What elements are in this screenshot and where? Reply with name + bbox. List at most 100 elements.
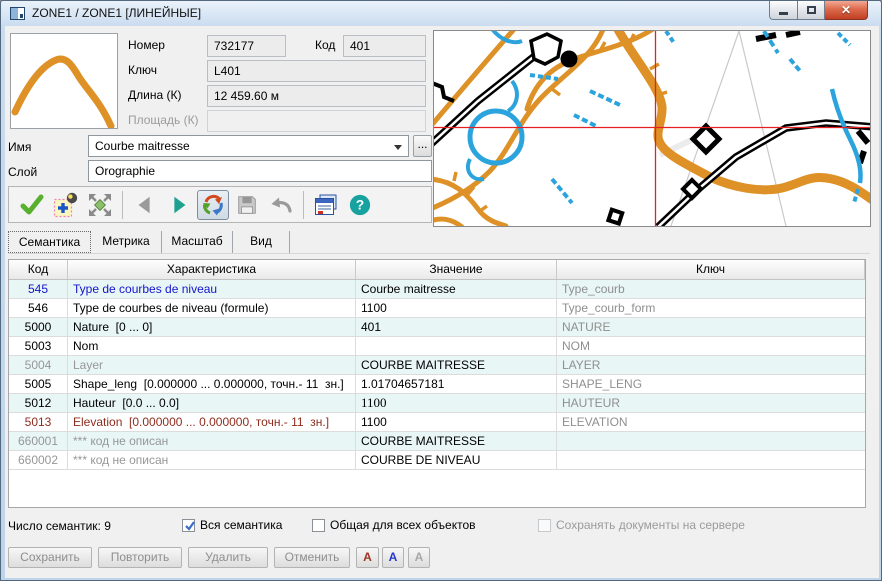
maximize-button[interactable] — [798, 1, 825, 20]
row-value[interactable]: COURBE DE NIVEAU — [356, 451, 557, 469]
name-combobox-value: Courbe maitresse — [95, 139, 190, 153]
tab-metrics[interactable]: Метрика — [91, 231, 162, 253]
row-characteristic: *** код не описан — [68, 432, 356, 450]
layer-label: Слой — [8, 165, 37, 179]
save-floppy-icon — [235, 193, 259, 217]
table-row[interactable]: 660001 *** код не описан COURBE MAITRESS… — [9, 432, 865, 451]
column-header-value[interactable]: Значение — [356, 260, 557, 279]
table-row[interactable]: 5012 Hauteur [0.0 ... 0.0] 1100 HAUTEUR — [9, 394, 865, 413]
help-button[interactable]: ? — [344, 190, 376, 220]
row-value[interactable]: 1100 — [356, 299, 557, 317]
object-form-icon — [313, 192, 339, 218]
tab-view[interactable]: Вид — [233, 231, 290, 253]
add-object-button[interactable] — [50, 190, 82, 220]
row-key: SHAPE_LENG — [557, 375, 865, 393]
table-row[interactable]: 5004 Layer COURBE MAITRESSE LAYER — [9, 356, 865, 375]
row-characteristic: Nom — [68, 337, 356, 355]
table-row[interactable]: 546 Type de courbes de niveau (formule) … — [9, 299, 865, 318]
code-label: Код — [315, 38, 335, 52]
row-characteristic: Elevation [0.000000 ... 0.000000, точн.-… — [68, 413, 356, 431]
map-point-feature — [561, 51, 578, 68]
fit-extents-button[interactable] — [84, 190, 116, 220]
name-more-button[interactable]: ... — [413, 135, 432, 157]
row-characteristic: Type de courbes de niveau (formule) — [68, 299, 356, 317]
row-characteristic: Shape_leng [0.000000 ... 0.000000, точн.… — [68, 375, 356, 393]
window-icon — [10, 7, 25, 20]
table-row[interactable]: 660002 *** код не описан COURBE DE NIVEA… — [9, 451, 865, 470]
dialog-client-area: Номер Код Ключ Длина (К) Площадь (К) Имя… — [5, 26, 879, 578]
table-row[interactable]: 5013 Elevation [0.000000 ... 0.000000, т… — [9, 413, 865, 432]
row-value[interactable] — [356, 337, 557, 355]
row-key: NATURE — [557, 318, 865, 336]
table-row[interactable]: 5005 Shape_leng [0.000000 ... 0.000000, … — [9, 375, 865, 394]
refresh-icon — [201, 193, 225, 217]
minimize-button[interactable] — [769, 1, 798, 20]
key-label: Ключ — [128, 63, 157, 77]
common-for-all-checkbox[interactable]: Общая для всех объектов — [312, 518, 476, 532]
row-key: HAUTEUR — [557, 394, 865, 412]
tab-scale[interactable]: Масштаб — [162, 231, 233, 253]
name-combobox[interactable]: Courbe maitresse — [88, 135, 409, 157]
table-row[interactable]: 5000 Nature [0 ... 0] 401 NATURE — [9, 318, 865, 337]
next-object-button[interactable] — [163, 190, 195, 220]
row-characteristic: Layer — [68, 356, 356, 374]
delete-button[interactable]: Удалить — [188, 547, 268, 568]
accept-button[interactable] — [16, 190, 48, 220]
font-small-button[interactable]: А — [356, 547, 379, 568]
row-code: 546 — [9, 299, 68, 317]
table-row[interactable]: 545 Type de courbes de niveau Courbe mai… — [9, 280, 865, 299]
cancel-button[interactable]: Отменить — [274, 547, 350, 568]
row-code: 5012 — [9, 394, 68, 412]
row-characteristic: *** код не описан — [68, 451, 356, 469]
chevron-down-icon[interactable] — [394, 145, 402, 150]
object-toolbar: ? — [8, 186, 432, 223]
semantics-rows: 545 Type de courbes de niveau Courbe mai… — [9, 280, 865, 470]
column-header-characteristic[interactable]: Характеристика — [68, 260, 356, 279]
all-semantics-checkbox[interactable]: Вся семантика — [182, 518, 282, 532]
tab-strip: Семантика Метрика Масштаб Вид — [8, 231, 870, 254]
undo-button[interactable] — [265, 190, 297, 220]
save-semantics-button[interactable]: Сохранить — [8, 547, 92, 568]
length-label: Длина (К) — [128, 88, 181, 102]
add-object-icon — [53, 192, 79, 218]
row-key: LAYER — [557, 356, 865, 374]
row-code: 545 — [9, 280, 68, 298]
row-key: NOM — [557, 337, 865, 355]
row-key — [557, 451, 865, 469]
next-arrow-icon — [167, 193, 191, 217]
row-key: ELEVATION — [557, 413, 865, 431]
key-field[interactable] — [207, 60, 426, 82]
row-value[interactable]: COURBE MAITRESSE — [356, 432, 557, 450]
row-value[interactable]: 401 — [356, 318, 557, 336]
row-value[interactable]: 1100 — [356, 413, 557, 431]
repeat-button[interactable]: Повторить — [98, 547, 182, 568]
map-preview[interactable] — [433, 30, 871, 227]
layer-field[interactable] — [88, 160, 432, 182]
row-code: 5013 — [9, 413, 68, 431]
close-button[interactable]: ✕ — [825, 1, 868, 20]
table-row[interactable]: 5003 Nom NOM — [9, 337, 865, 356]
column-header-code[interactable]: Код — [9, 260, 68, 279]
code-field[interactable] — [343, 35, 426, 57]
font-medium-button[interactable]: А — [382, 547, 404, 568]
row-value[interactable]: 1.01704657181 — [356, 375, 557, 393]
row-code: 5005 — [9, 375, 68, 393]
refresh-object-button[interactable] — [197, 190, 229, 220]
number-field[interactable] — [207, 35, 286, 57]
length-field[interactable] — [207, 85, 426, 107]
map-selected-object — [616, 31, 870, 201]
checkbox-box — [182, 519, 195, 532]
object-sample-preview — [10, 33, 118, 129]
font-large-button[interactable]: А — [408, 547, 430, 568]
row-value[interactable]: Courbe maitresse — [356, 280, 557, 298]
save-button[interactable] — [231, 190, 263, 220]
row-code: 660002 — [9, 451, 68, 469]
row-value[interactable]: 1100 — [356, 394, 557, 412]
previous-object-button[interactable] — [129, 190, 161, 220]
object-form-button[interactable] — [310, 190, 342, 220]
row-value[interactable]: COURBE MAITRESSE — [356, 356, 557, 374]
number-label: Номер — [128, 38, 165, 52]
column-header-key[interactable]: Ключ — [557, 260, 865, 279]
tab-semantics[interactable]: Семантика — [8, 231, 91, 253]
row-key: Type_courb_form — [557, 299, 865, 317]
